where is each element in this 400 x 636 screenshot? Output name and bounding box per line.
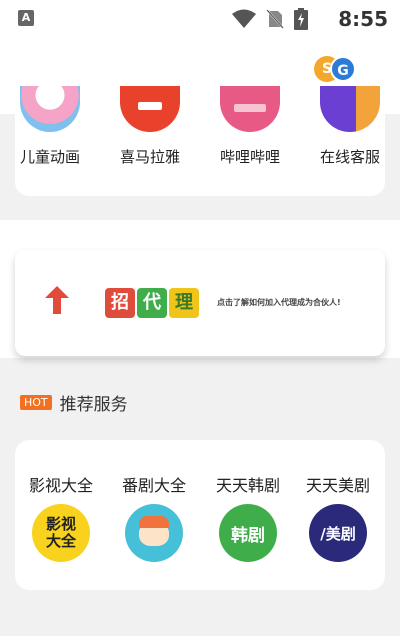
banner-char: 代 bbox=[137, 288, 167, 318]
yingshi-icon: 影视大全 bbox=[32, 504, 90, 562]
rec-label: 天天韩剧 bbox=[215, 476, 280, 495]
section-title: 推荐服务 bbox=[59, 395, 128, 415]
rec-korean-drama[interactable]: 天天韩剧 韩剧 bbox=[200, 472, 296, 562]
arrow-up-icon bbox=[45, 286, 69, 314]
banner-description: 点击了解如何加入代理成为合伙人! bbox=[217, 298, 341, 307]
no-sim-icon bbox=[266, 9, 284, 29]
cartoon-icon bbox=[20, 86, 80, 132]
rec-label: 天天美剧 bbox=[305, 476, 370, 495]
icon-text: 影视大全 bbox=[45, 515, 76, 550]
support-icon bbox=[320, 86, 380, 132]
status-icons bbox=[232, 8, 308, 30]
battery-charging-icon bbox=[294, 8, 308, 30]
rec-us-drama[interactable]: 天天美剧 /美剧 bbox=[290, 472, 386, 562]
top-services-grid: 儿童动画 喜马拉雅 哔哩哔哩 在线客服 bbox=[0, 86, 400, 174]
clock: 8:55 bbox=[338, 7, 388, 31]
service-label: 儿童动画 bbox=[19, 148, 80, 166]
us-drama-icon: /美剧 bbox=[309, 504, 367, 562]
banner-char: 招 bbox=[105, 288, 135, 318]
anime-face bbox=[139, 516, 169, 546]
service-kids-cartoon[interactable]: 儿童动画 bbox=[0, 86, 100, 174]
banner-char: 理 bbox=[169, 288, 199, 318]
bilibili-icon bbox=[220, 86, 280, 132]
icon-text: 韩剧 bbox=[231, 525, 265, 546]
section-header: HOT 推荐服务 bbox=[20, 390, 128, 415]
rec-anime[interactable]: 番剧大全 bbox=[106, 472, 202, 562]
notification-icon: A bbox=[18, 10, 34, 26]
anime-icon bbox=[125, 504, 183, 562]
ximalaya-icon bbox=[120, 86, 180, 132]
service-label: 哔哩哔哩 bbox=[219, 148, 280, 166]
rec-label: 番剧大全 bbox=[121, 476, 186, 495]
wifi-icon bbox=[232, 9, 256, 28]
sg-logo[interactable]: S G bbox=[314, 54, 358, 84]
korean-drama-icon: 韩剧 bbox=[219, 504, 277, 562]
service-label: 在线客服 bbox=[319, 148, 380, 166]
service-bilibili[interactable]: 哔哩哔哩 bbox=[200, 86, 300, 174]
hot-badge: HOT bbox=[20, 395, 52, 410]
service-online-support[interactable]: 在线客服 bbox=[300, 86, 400, 174]
service-ximalaya[interactable]: 喜马拉雅 bbox=[100, 86, 200, 174]
rec-label: 影视大全 bbox=[28, 476, 93, 495]
rec-yingshi[interactable]: 影视大全 影视大全 bbox=[13, 472, 109, 562]
agent-title: 招 代 理 bbox=[105, 288, 199, 318]
logo-g: G bbox=[330, 56, 356, 82]
agent-banner[interactable]: 招 代 理 点击了解如何加入代理成为合伙人! bbox=[15, 250, 385, 356]
icon-text: /美剧 bbox=[320, 524, 356, 543]
status-bar: A 8:55 bbox=[0, 0, 400, 36]
service-label: 喜马拉雅 bbox=[119, 148, 180, 166]
